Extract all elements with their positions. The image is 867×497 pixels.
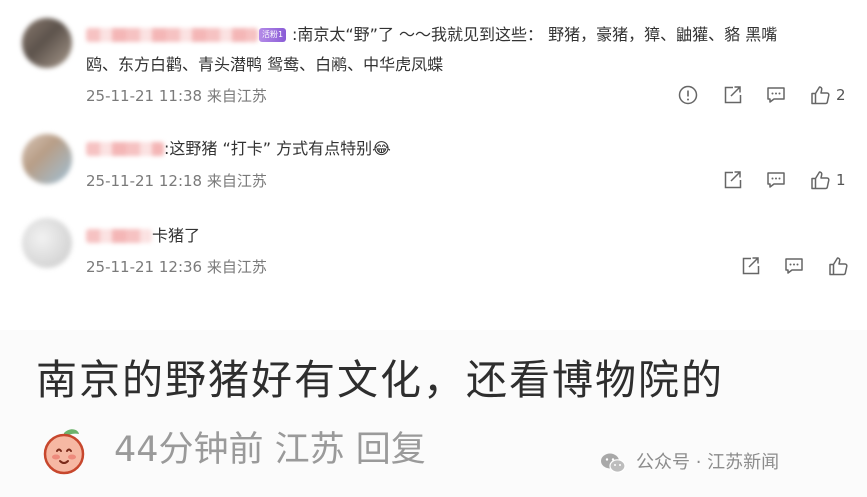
wechat-icon [600,452,626,474]
comment-text-continued: 鸥、东方白鹳、青头潜鸭 鸳鸯、白鹇、中华虎凤蝶 [86,55,444,74]
comment-icon[interactable] [765,84,787,106]
like-icon[interactable] [809,84,831,106]
fan-badge: 活粉1 [259,28,287,42]
username-blurred[interactable] [86,229,152,243]
like-count: 2 [836,86,846,104]
like-count: 1 [836,171,846,189]
comment-meta: 25-11-21 11:38 来自江苏 [86,87,267,105]
like-icon[interactable] [827,255,849,277]
like-icon[interactable] [809,169,831,191]
quoted-comment-text: 南京的野猪好有文化，还看博物院的 [36,356,724,404]
user-avatar[interactable] [22,218,72,268]
comment-meta: 25-11-21 12:18 来自江苏 [86,172,267,190]
comment-text: :这野猪 “打卡” 方式有点特别😂 [164,139,391,158]
laughing-emoji: 😂 [372,139,391,158]
comment-icon[interactable] [765,169,787,191]
share-icon[interactable] [721,84,743,106]
watermark-text: 公众号 · 江苏新闻 [636,452,780,473]
comment-icon[interactable] [783,255,805,277]
user-avatar[interactable] [22,134,72,184]
comment-text: 卡猪了 [152,226,201,245]
username-blurred[interactable] [86,142,164,156]
peach-avatar-icon [38,424,90,476]
comment-meta: 25-11-21 12:36 来自江苏 [86,258,267,276]
comment-text: :南京太“野”了 ～～我就见到这些： 野猪，豪猪，獐、鼬獾、貉 黑嘴 [292,25,778,44]
username-blurred[interactable] [86,28,258,42]
share-icon[interactable] [739,255,761,277]
share-icon[interactable] [721,169,743,191]
report-icon[interactable] [677,84,699,106]
quoted-comment-meta: 44分钟前 江苏 回复 [114,430,426,470]
user-avatar[interactable] [22,18,72,68]
